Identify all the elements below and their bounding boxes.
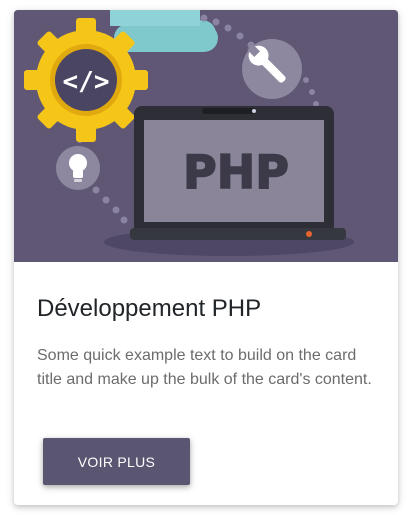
voir-plus-button[interactable]: VOIR PLUS — [43, 438, 190, 485]
wrench-icon — [242, 39, 302, 99]
lightbulb-icon — [56, 146, 100, 190]
gear-code-text: </> — [63, 67, 110, 97]
laptop-icon: PHP — [104, 106, 354, 256]
card-title: Développement PHP — [37, 295, 262, 322]
card-text: Some quick example text to build on the … — [37, 347, 372, 388]
php-illustration: </> PHP — [14, 10, 398, 262]
course-card: </> PHP Développement PHP Some quick exa… — [14, 10, 398, 505]
card-image: </> PHP — [14, 10, 398, 262]
card-body: Développement PHP Some quick example tex… — [14, 262, 398, 505]
laptop-screen-text: PHP — [183, 145, 289, 199]
